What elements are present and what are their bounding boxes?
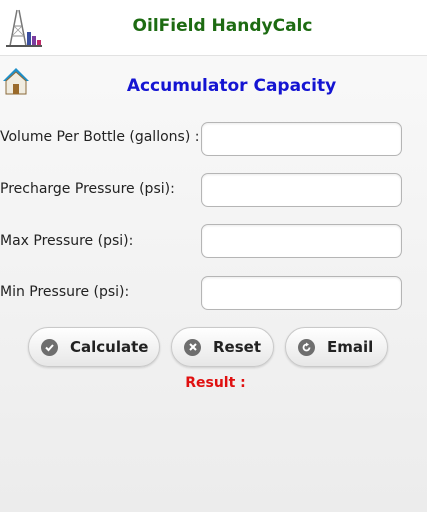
x-icon	[184, 338, 201, 356]
result-label: Result :	[185, 375, 246, 391]
calculate-button[interactable]: Calculate	[28, 327, 160, 367]
min-pressure-label: Min Pressure (psi):	[0, 284, 130, 300]
volume-per-bottle-label: Volume Per Bottle (gallons) :	[0, 129, 200, 145]
email-button[interactable]: Email	[285, 327, 388, 367]
max-pressure-input[interactable]	[201, 224, 402, 258]
email-button-label: Email	[327, 338, 374, 356]
check-icon	[41, 338, 58, 356]
precharge-pressure-input[interactable]	[201, 173, 402, 207]
volume-per-bottle-input[interactable]	[201, 122, 402, 156]
reset-button-label: Reset	[213, 338, 261, 356]
app-title: OilField HandyCalc	[132, 16, 313, 36]
app-header: OilField HandyCalc	[0, 0, 427, 56]
reset-button[interactable]: Reset	[171, 327, 274, 367]
page-title: Accumulator Capacity	[126, 76, 337, 96]
max-pressure-label: Max Pressure (psi):	[0, 233, 134, 249]
min-pressure-input[interactable]	[201, 276, 402, 310]
precharge-pressure-label: Precharge Pressure (psi):	[0, 181, 175, 197]
calculate-button-label: Calculate	[70, 338, 149, 356]
refresh-icon	[298, 338, 315, 356]
